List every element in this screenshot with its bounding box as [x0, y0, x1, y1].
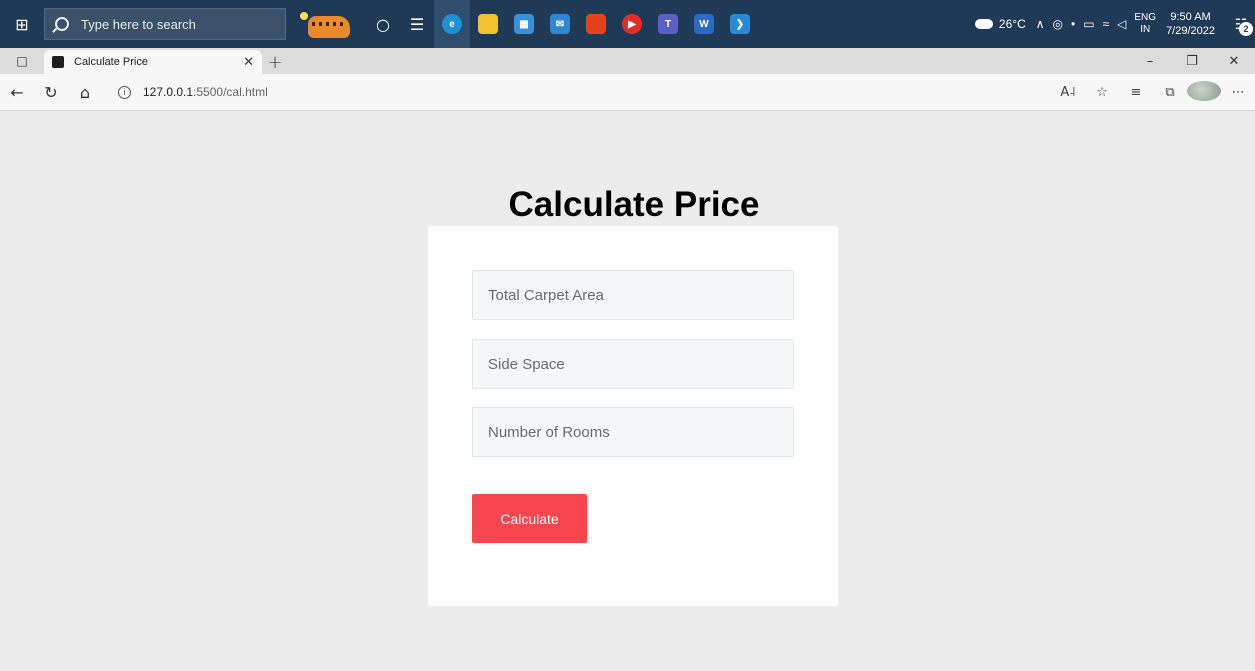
- tab-calculate-price[interactable]: Calculate Price ✕: [44, 50, 262, 74]
- show-hidden-icons-icon[interactable]: ∧: [1036, 17, 1045, 31]
- search-icon: [55, 17, 69, 31]
- meet-now-icon[interactable]: ◎: [1053, 17, 1063, 31]
- close-window-icon[interactable]: ✕: [1213, 54, 1255, 69]
- cloud-icon: [974, 19, 993, 29]
- system-tray: 26°C ∧ ◎ • ▭ ≈ ◁ ENG IN 9:50 AM 7/29/202…: [974, 0, 1255, 48]
- favorites-icon[interactable]: ≡: [1119, 85, 1153, 100]
- tab-close-icon[interactable]: ✕: [243, 54, 254, 70]
- battery-icon[interactable]: ▭: [1083, 17, 1094, 31]
- wifi-icon[interactable]: ≈: [1103, 17, 1110, 31]
- more-options-icon[interactable]: ⋯: [1221, 85, 1255, 100]
- region-code: IN: [1140, 24, 1151, 35]
- word-icon[interactable]: W: [686, 0, 722, 48]
- notification-badge: 2: [1239, 22, 1253, 36]
- minimize-icon[interactable]: –: [1129, 54, 1171, 69]
- side-space-input[interactable]: [472, 339, 794, 389]
- windows-taskbar: ⊞ Type here to search ○ ☰ e ▦ ✉ ▶ T W ❯ …: [0, 0, 1255, 48]
- cortana-icon[interactable]: ○: [366, 0, 400, 48]
- weather-status[interactable]: 26°C: [974, 17, 1026, 31]
- temperature-text: 26°C: [998, 17, 1026, 31]
- notification-center-icon[interactable]: ☷ 2: [1227, 0, 1255, 48]
- carpet-area-input[interactable]: [472, 270, 794, 320]
- taskbar-clock[interactable]: 9:50 AM 7/29/2022: [1166, 10, 1215, 38]
- url-path: :5500/cal.html: [193, 85, 268, 99]
- language-code: ENG: [1134, 12, 1157, 23]
- number-of-rooms-input[interactable]: [472, 407, 794, 457]
- site-info-icon[interactable]: i: [118, 85, 131, 99]
- add-favorite-icon[interactable]: ☆: [1085, 85, 1119, 100]
- youtube-music-icon[interactable]: ▶: [614, 0, 650, 48]
- teams-icon[interactable]: T: [650, 0, 686, 48]
- task-view-icon[interactable]: ☰: [400, 0, 434, 48]
- home-icon[interactable]: ⌂: [68, 74, 102, 111]
- windows-start-icon[interactable]: ⊞: [0, 0, 44, 48]
- page-content: Calculate Price Calculate: [0, 111, 1255, 671]
- taskbar-search-box[interactable]: Type here to search: [44, 8, 286, 40]
- window-controls: – ❐ ✕: [1129, 48, 1255, 74]
- new-tab-icon[interactable]: +: [262, 50, 288, 74]
- refresh-icon[interactable]: ↻: [34, 74, 68, 111]
- toolbar-actions: A˨ ☆ ≡ ⧉ ⋯: [1051, 74, 1255, 111]
- file-explorer-icon[interactable]: [470, 0, 506, 48]
- volume-icon[interactable]: ◁: [1117, 17, 1126, 31]
- read-aloud-icon[interactable]: A˨: [1051, 85, 1085, 100]
- office-icon[interactable]: [578, 0, 614, 48]
- vscode-icon[interactable]: ❯: [722, 0, 758, 48]
- edge-icon[interactable]: e: [434, 0, 470, 48]
- page-title: Calculate Price: [508, 185, 760, 224]
- url-host: 127.0.0.1: [143, 85, 194, 99]
- store-icon[interactable]: ▦: [506, 0, 542, 48]
- profile-avatar[interactable]: [1187, 80, 1221, 105]
- collections-icon[interactable]: ⧉: [1153, 85, 1187, 100]
- tab-actions-icon[interactable]: □: [0, 48, 44, 74]
- calculator-form-card: Calculate: [428, 226, 838, 606]
- tab-title: Calculate Price: [74, 56, 148, 68]
- clock-date: 7/29/2022: [1166, 25, 1215, 37]
- microphone-icon[interactable]: •: [1071, 17, 1075, 31]
- back-icon[interactable]: ←: [0, 74, 34, 111]
- weather-widget-icon[interactable]: [294, 4, 358, 44]
- language-indicator[interactable]: ENG IN: [1134, 12, 1156, 36]
- address-bar[interactable]: i 127.0.0.1:5500/cal.html: [118, 85, 268, 99]
- calculate-button[interactable]: Calculate: [472, 494, 587, 543]
- clock-time: 9:50 AM: [1170, 11, 1211, 23]
- restore-icon[interactable]: ❐: [1171, 54, 1213, 69]
- taskbar-search-placeholder: Type here to search: [81, 16, 196, 32]
- mail-icon[interactable]: ✉: [542, 0, 578, 48]
- tab-favicon-icon: [52, 56, 64, 68]
- browser-tab-strip: □ Calculate Price ✕ + – ❐ ✕: [0, 48, 1255, 74]
- browser-toolbar: ← ↻ ⌂ i 127.0.0.1:5500/cal.html A˨ ☆ ≡ ⧉…: [0, 74, 1255, 111]
